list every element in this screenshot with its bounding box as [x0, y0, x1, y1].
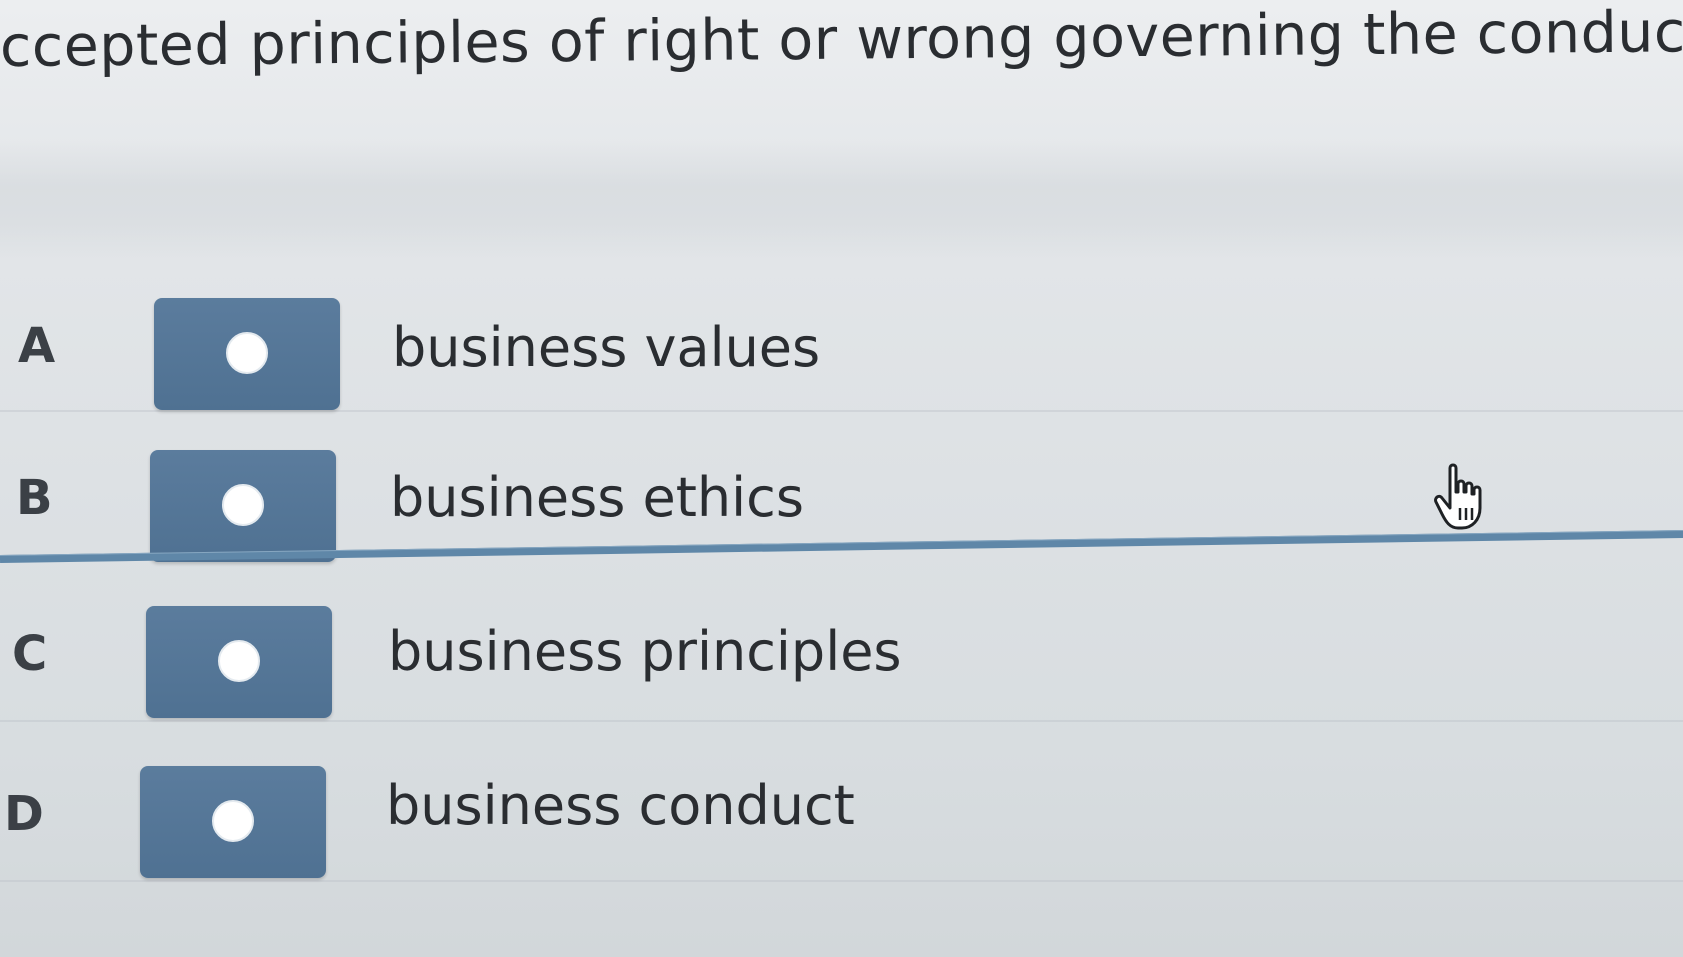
option-a[interactable]: A business values — [0, 280, 1683, 430]
option-c[interactable]: C business principles — [0, 588, 1683, 738]
radio-button-d[interactable] — [140, 766, 326, 878]
option-label[interactable]: business ethics — [390, 466, 804, 529]
option-label[interactable]: business conduct — [386, 774, 855, 837]
option-b[interactable]: B business ethics — [0, 432, 1683, 582]
option-letter: D — [4, 786, 44, 842]
option-letter: A — [18, 318, 56, 374]
option-letter: B — [16, 470, 53, 526]
option-d[interactable]: D business conduct — [0, 748, 1683, 898]
radio-circle-icon — [218, 640, 260, 682]
radio-circle-icon — [222, 484, 264, 526]
radio-button-a[interactable] — [154, 298, 340, 410]
radio-circle-icon — [212, 800, 254, 842]
option-label[interactable]: business values — [392, 316, 820, 379]
option-label[interactable]: business principles — [388, 620, 902, 683]
screen: ccepted principles of right or wrong gov… — [0, 0, 1683, 957]
radio-button-b[interactable] — [150, 450, 336, 562]
radio-circle-icon — [226, 332, 268, 374]
radio-button-c[interactable] — [146, 606, 332, 718]
hand-pointer-icon — [1434, 463, 1482, 530]
answer-options: A business values B business ethics C bu… — [0, 0, 1683, 957]
option-letter: C — [12, 626, 48, 682]
